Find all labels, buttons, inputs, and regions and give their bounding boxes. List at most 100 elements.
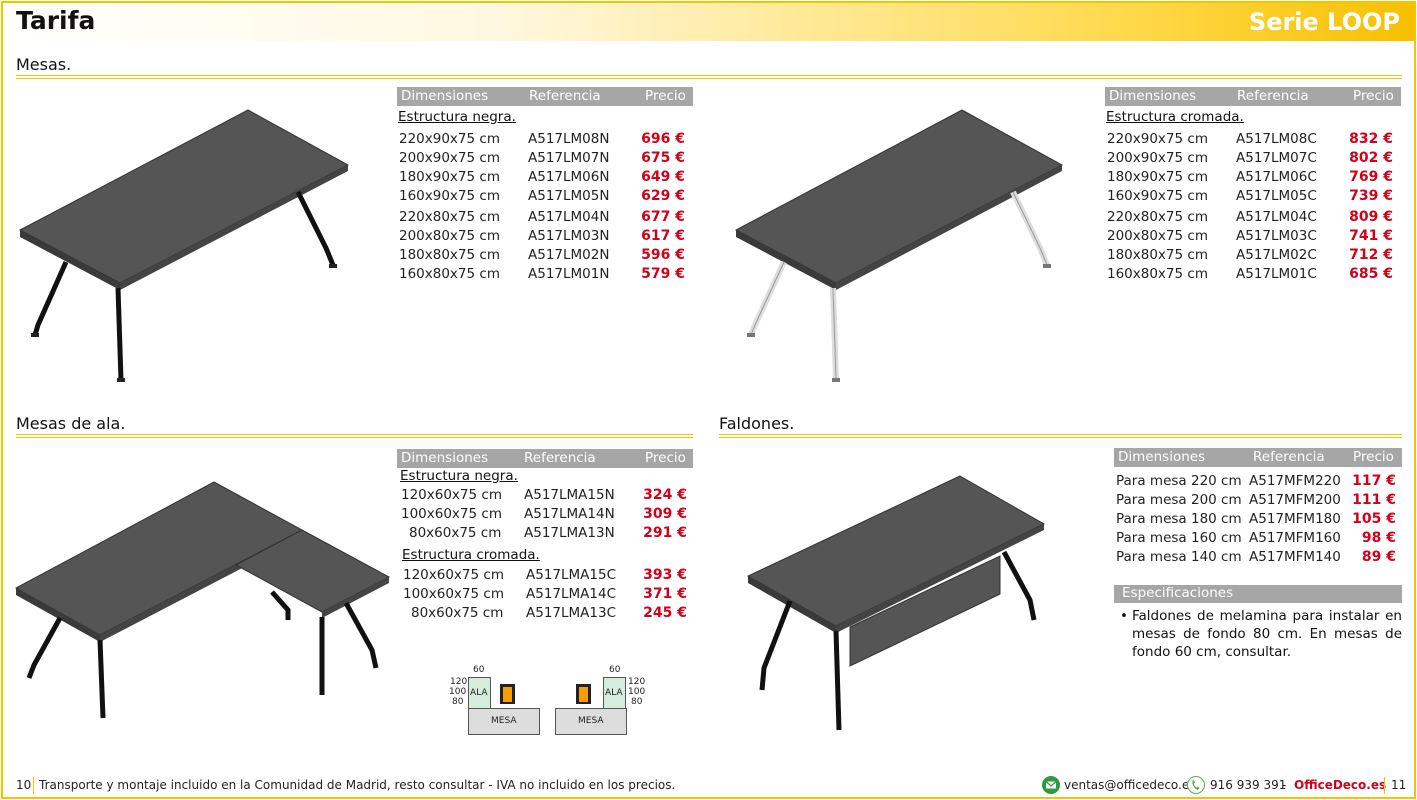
- footer-divider: [1384, 777, 1385, 794]
- cell-price: 371 €: [643, 586, 687, 602]
- cell-price: 629 €: [641, 188, 685, 204]
- cell-dimensions: 180x80x75 cm: [399, 247, 500, 263]
- cell-reference: A517LMA15N: [524, 487, 615, 503]
- diagram-size-2: 100: [449, 687, 467, 697]
- cell-dimensions: Para mesa 200 cm: [1116, 492, 1242, 508]
- footer-phone[interactable]: 916 939 391: [1210, 778, 1286, 792]
- col-precio: Precio: [1353, 88, 1394, 104]
- cell-price: 675 €: [641, 150, 685, 166]
- cell-price: 579 €: [641, 266, 685, 282]
- diagram-size-2: 100: [628, 687, 646, 697]
- diagram-size-3: 80: [631, 697, 643, 707]
- cell-dimensions: 120x60x75 cm: [401, 487, 502, 503]
- cell-reference: A517LM02C: [1236, 247, 1317, 263]
- cell-reference: A517LM08N: [528, 131, 610, 147]
- diagram-ala-box: ALA: [603, 677, 626, 709]
- section-rule: [719, 434, 1402, 438]
- bullet-icon: •: [1120, 608, 1128, 624]
- cell-price: 89 €: [1361, 549, 1396, 565]
- cell-reference: A517LM08C: [1236, 131, 1317, 147]
- desk-faldon-image: [746, 475, 1046, 731]
- cell-reference: A517LM07C: [1236, 150, 1317, 166]
- phone-icon: [1187, 776, 1205, 794]
- cell-dimensions: 160x90x75 cm: [399, 188, 500, 204]
- cell-price: 685 €: [1349, 266, 1393, 282]
- cell-dimensions: 100x60x75 cm: [401, 506, 502, 522]
- cell-reference: A517LMA14N: [524, 506, 615, 522]
- cell-dimensions: 80x60x75 cm: [411, 605, 504, 621]
- cell-reference: A517LM06N: [528, 169, 610, 185]
- cell-dimensions: 200x80x75 cm: [399, 228, 500, 244]
- cell-reference: A517LM07N: [528, 150, 610, 166]
- cell-price: 649 €: [641, 169, 685, 185]
- diagram-size-1: 120: [450, 677, 468, 687]
- cell-reference: A517LM03N: [528, 228, 610, 244]
- diagram-ala-label: ALA: [605, 688, 623, 698]
- cell-reference: A517LMA14C: [526, 586, 617, 602]
- cell-price: 291 €: [643, 525, 687, 541]
- page-footer: 10 Transporte y montaje incluido en la C…: [0, 775, 1417, 797]
- col-referencia: Referencia: [1253, 449, 1325, 465]
- cell-price: 712 €: [1349, 247, 1393, 263]
- specs-body: Faldones de melamina para instalar en me…: [1132, 608, 1402, 660]
- cell-price: 111 €: [1352, 492, 1396, 508]
- table-header-faldones: Dimensiones Referencia Precio: [1114, 448, 1402, 467]
- cell-price: 324 €: [643, 487, 687, 503]
- cell-dimensions: 220x90x75 cm: [399, 131, 500, 147]
- cell-price: 802 €: [1349, 150, 1393, 166]
- subtitle-ala-cromada: Estructura cromada.: [402, 547, 540, 563]
- col-precio: Precio: [1353, 449, 1394, 465]
- subtitle-estructura-cromada: Estructura cromada.: [1106, 109, 1244, 125]
- cell-reference: A517LM02N: [528, 247, 610, 263]
- cell-reference: A517LM05N: [528, 188, 610, 204]
- cell-price: 677 €: [641, 209, 685, 225]
- cell-reference: A517LM06C: [1236, 169, 1317, 185]
- diagram-ala-label: ALA: [470, 688, 488, 698]
- cell-price: 596 €: [641, 247, 685, 263]
- cell-price: 98 €: [1361, 530, 1396, 546]
- col-dimensiones: Dimensiones: [1109, 88, 1197, 104]
- cell-dimensions: 200x80x75 cm: [1107, 228, 1208, 244]
- cell-dimensions: 220x80x75 cm: [1107, 209, 1208, 225]
- cell-reference: A517LM04C: [1236, 209, 1317, 225]
- diagram-size-1: 120: [628, 677, 646, 687]
- col-dimensiones: Dimensiones: [401, 88, 489, 104]
- cell-reference: A517LM05C: [1236, 188, 1317, 204]
- col-dimensiones: Dimensiones: [1118, 449, 1206, 465]
- cell-dimensions: 180x90x75 cm: [1107, 169, 1208, 185]
- table-header-mesas-negra: Dimensiones Referencia Precio: [397, 87, 693, 106]
- cell-price: 393 €: [643, 567, 687, 583]
- footer-brand-link[interactable]: OfficeDeco.es: [1294, 778, 1386, 792]
- cell-dimensions: 220x80x75 cm: [399, 209, 500, 225]
- cell-reference: A517LM01N: [528, 266, 610, 282]
- cell-reference: A517LM03C: [1236, 228, 1317, 244]
- table-header-ala: Dimensiones Referencia Precio: [397, 449, 693, 468]
- cell-reference: A517LMA13N: [524, 525, 615, 541]
- chair-icon: [500, 684, 515, 704]
- cell-price: 696 €: [641, 131, 685, 147]
- col-dimensiones: Dimensiones: [401, 450, 489, 466]
- section-rule: [16, 434, 693, 438]
- cell-reference: A517LMA13C: [526, 605, 617, 621]
- footer-email[interactable]: ventas@officedeco.es: [1064, 778, 1196, 792]
- diagram-mesa-box: MESA: [468, 708, 540, 735]
- cell-dimensions: 120x60x75 cm: [403, 567, 504, 583]
- cell-reference: A517LM04N: [528, 209, 610, 225]
- cell-reference: A517LM01C: [1236, 266, 1317, 282]
- diagram-mesa-label: MESA: [491, 716, 517, 726]
- specs-text: • Faldones de melamina para instalar en …: [1120, 607, 1402, 661]
- cell-dimensions: 160x80x75 cm: [399, 266, 500, 282]
- col-referencia: Referencia: [1237, 88, 1309, 104]
- diagram-size-3: 80: [452, 697, 464, 707]
- cell-price: 741 €: [1349, 228, 1393, 244]
- cell-dimensions: 200x90x75 cm: [399, 150, 500, 166]
- cell-price: 105 €: [1352, 511, 1396, 527]
- cell-price: 739 €: [1349, 188, 1393, 204]
- col-precio: Precio: [645, 88, 686, 104]
- chair-icon: [576, 684, 591, 704]
- page-number-left: 10: [16, 778, 32, 792]
- diagram-mesa-box: MESA: [555, 708, 627, 735]
- cell-dimensions: 100x60x75 cm: [403, 586, 504, 602]
- cell-price: 809 €: [1349, 209, 1393, 225]
- page-number-right: 11: [1391, 778, 1407, 792]
